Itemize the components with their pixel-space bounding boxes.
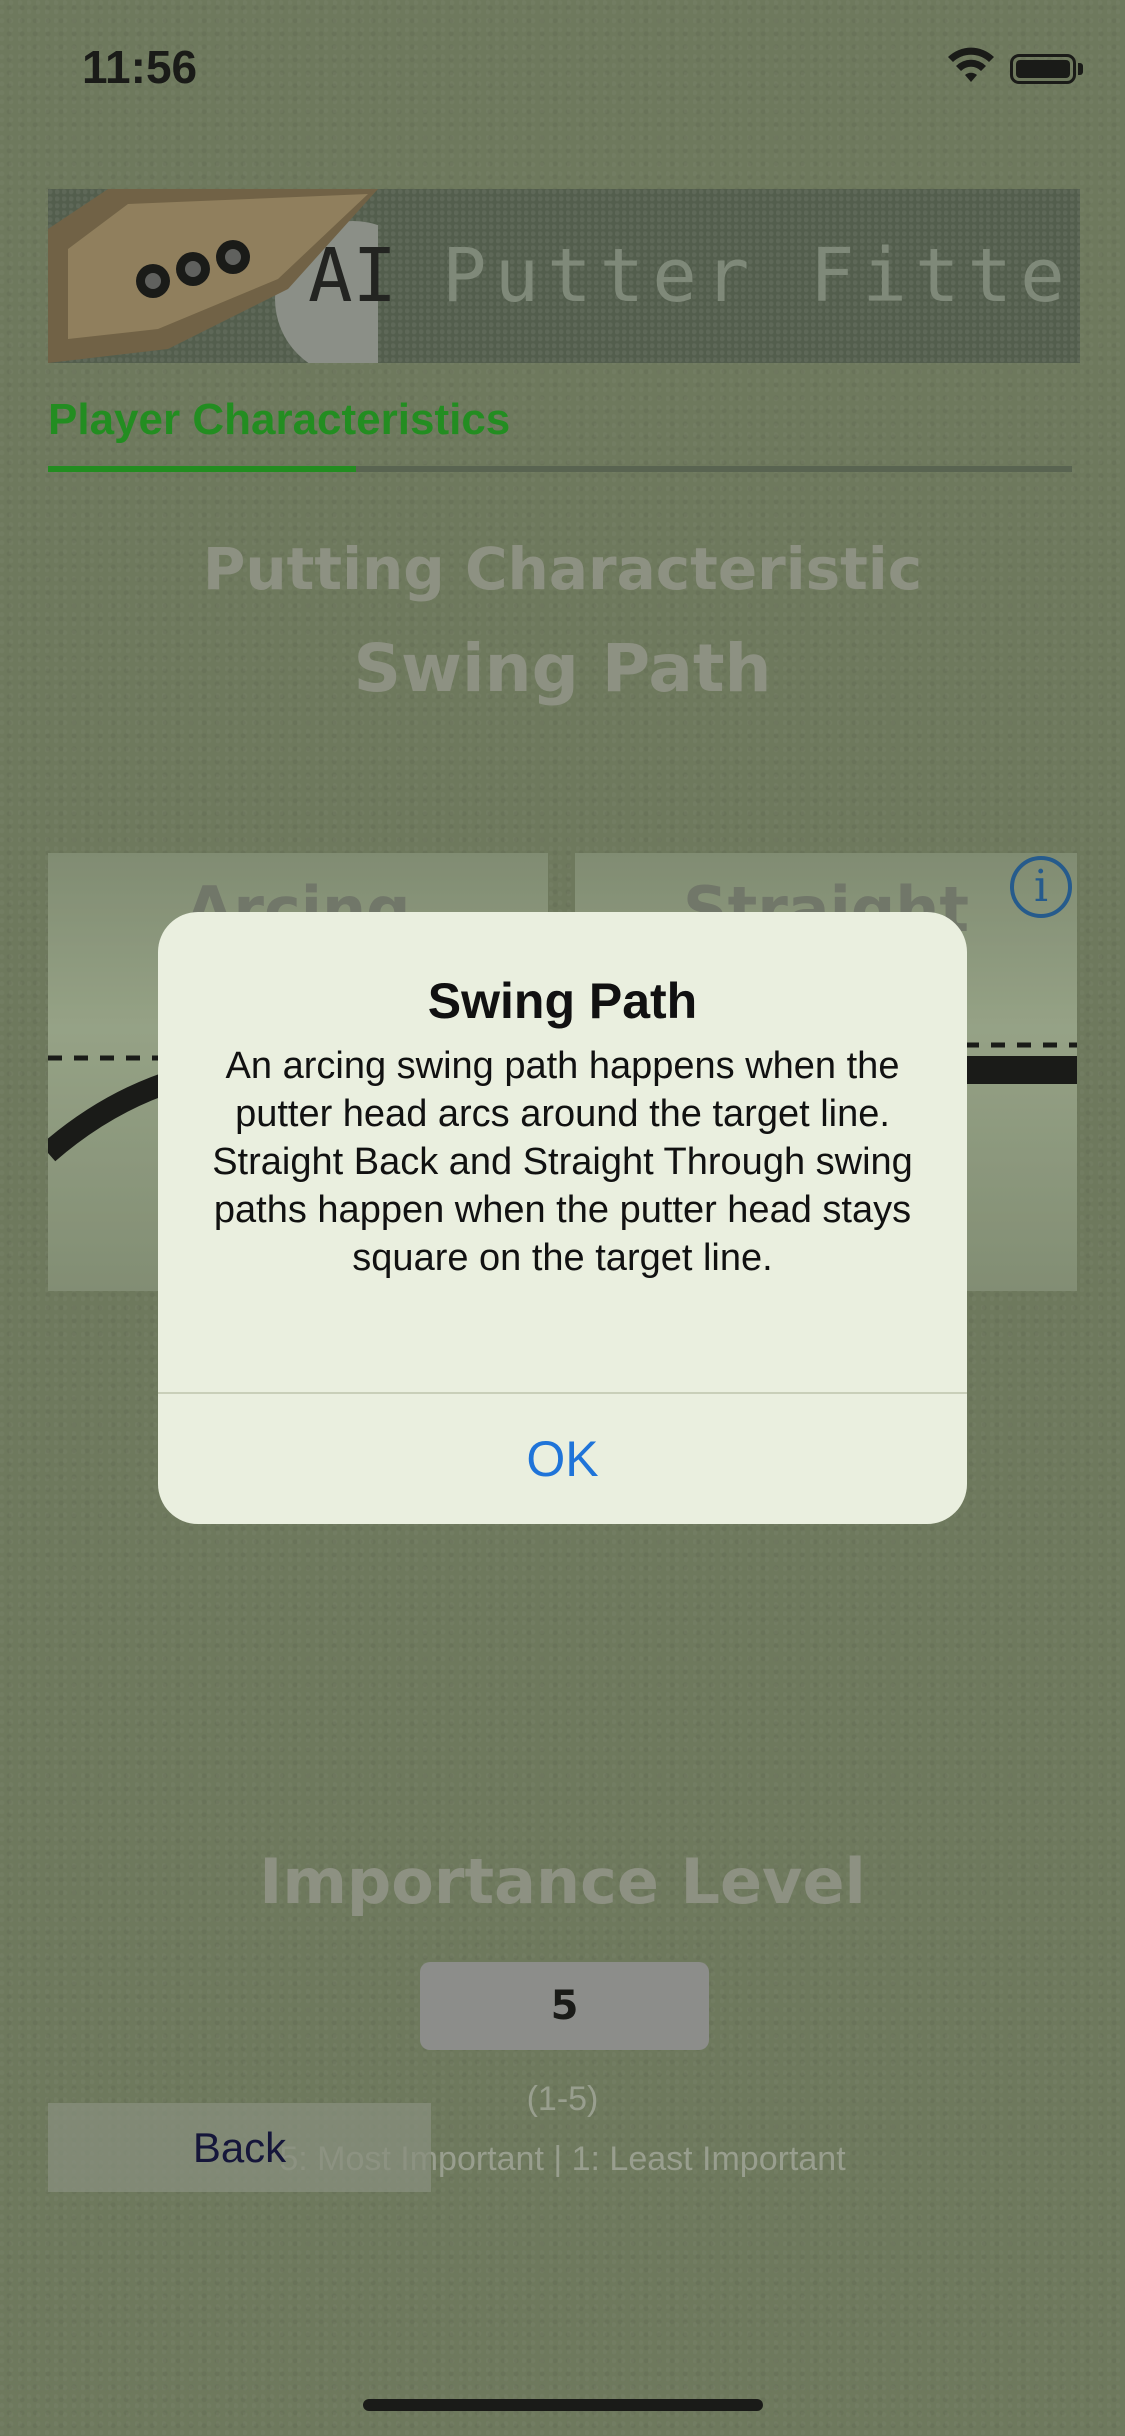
alert-dialog: Swing Path An arcing swing path happens … [158,912,967,1524]
alert-ok-button[interactable]: OK [158,1394,967,1524]
alert-message: An arcing swing path happens when the pu… [212,1045,913,1279]
alert-title: Swing Path [427,973,698,1029]
